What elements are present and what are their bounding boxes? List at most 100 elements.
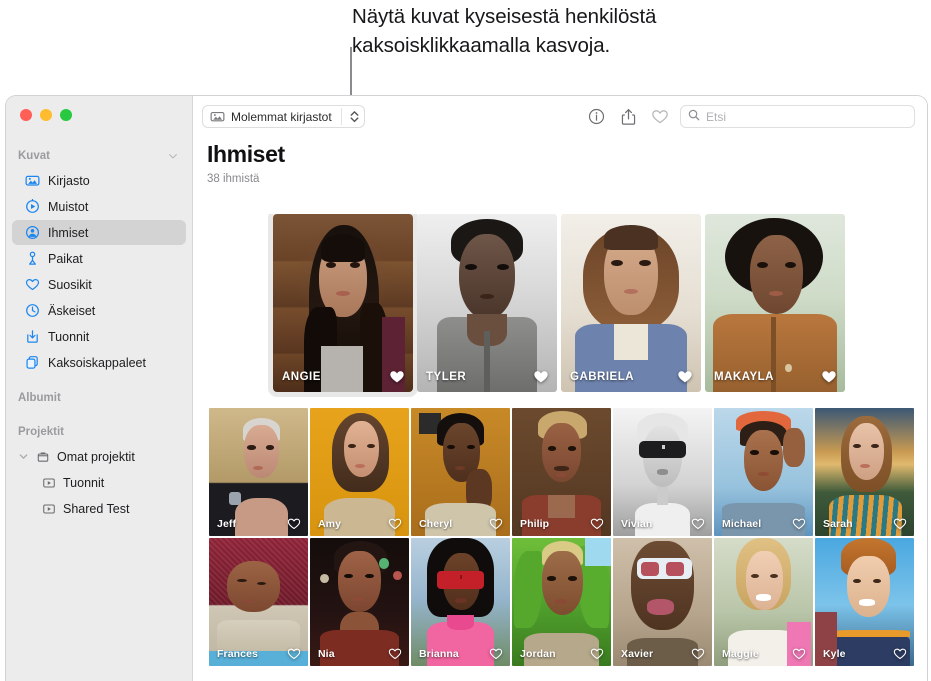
toolbar: Molemmat kirjastot — [193, 96, 927, 137]
sidebar-group-label: Projektit — [18, 426, 65, 438]
person-photo — [411, 538, 510, 666]
sidebar-item-kaksoiskappaleet[interactable]: Kaksoiskappaleet — [12, 350, 186, 375]
person-photo — [209, 408, 308, 536]
screenshot-root: Näytä kuvat kyseisestä henkilöstä kaksoi… — [0, 0, 931, 681]
person-tile[interactable]: Michael — [714, 408, 813, 536]
heart-icon — [25, 277, 40, 292]
person-photo — [561, 214, 701, 392]
sidebar-group-label: Kuvat — [18, 150, 50, 162]
person-tile[interactable]: Cheryl — [411, 408, 510, 536]
people-row: Frances Nia Brianna Jordan Xavier Maggie… — [193, 538, 927, 666]
sidebar-item-project-shared-test[interactable]: Shared Test — [12, 496, 186, 521]
search-icon — [688, 108, 700, 126]
sidebar-item-suosikit[interactable]: Suosikit — [12, 272, 186, 297]
info-button[interactable] — [584, 105, 608, 129]
page-title: Ihmiset — [207, 141, 285, 167]
sidebar-item-ihmiset[interactable]: Ihmiset — [12, 220, 186, 245]
sidebar-group-albumit[interactable]: Albumit — [6, 387, 192, 409]
person-photo — [512, 538, 611, 666]
person-photo — [613, 538, 712, 666]
person-photo — [613, 408, 712, 536]
person-tile[interactable]: Frances — [209, 538, 308, 666]
search-field[interactable] — [680, 105, 915, 128]
sidebar-item-label: Kirjasto — [48, 173, 90, 188]
person-tile[interactable]: Xavier — [613, 538, 712, 666]
person-tile[interactable]: Vivian — [613, 408, 712, 536]
people-row: Jeff Amy Cheryl Philip Vivian Michael Sa… — [193, 408, 927, 536]
person-tile[interactable]: Kyle — [815, 538, 914, 666]
memories-icon — [25, 199, 40, 214]
sidebar-group-label: Albumit — [18, 392, 61, 404]
window-traffic-lights — [6, 96, 192, 121]
person-photo — [417, 214, 557, 392]
person-tile[interactable]: Philip — [512, 408, 611, 536]
recents-icon — [25, 303, 40, 318]
sidebar-item-label: Omat projektit — [57, 449, 135, 464]
person-tile[interactable]: Jeff — [209, 408, 308, 536]
favorite-button[interactable] — [648, 105, 672, 129]
close-button[interactable] — [20, 109, 32, 121]
person-tile[interactable]: Sarah — [815, 408, 914, 536]
page-header: Ihmiset 38 ihmistä — [193, 137, 927, 185]
sidebar-scroll: Kuvat Kirjasto Muistot Ihmiset Paikat Su… — [6, 121, 192, 521]
people-count: 38 ihmistä — [207, 173, 260, 185]
sidebar-item-label: Suosikit — [48, 277, 92, 292]
photos-app-window: Kuvat Kirjasto Muistot Ihmiset Paikat Su… — [6, 96, 927, 681]
featured-row: ANGIE TYLER GABRIELA MAKAYLA — [193, 214, 927, 397]
search-input[interactable] — [706, 109, 907, 124]
people-icon — [25, 225, 40, 240]
person-photo — [714, 538, 813, 666]
library-icon — [25, 173, 40, 188]
callout-text: Näytä kuvat kyseisestä henkilöstä kaksoi… — [352, 5, 657, 57]
chevron-down-icon[interactable] — [18, 451, 29, 462]
sidebar-item-paikat[interactable]: Paikat — [12, 246, 186, 271]
person-tile[interactable]: MAKAYLA — [705, 214, 845, 392]
person-photo — [512, 408, 611, 536]
places-icon — [25, 251, 40, 266]
library-picker-label: Molemmat kirjastot — [231, 109, 332, 124]
duplicates-icon — [25, 355, 40, 370]
sidebar-item-kirjasto[interactable]: Kirjasto — [12, 168, 186, 193]
person-tile[interactable]: Nia — [310, 538, 409, 666]
person-tile[interactable]: ANGIE — [268, 214, 418, 397]
sidebar-item-label: Paikat — [48, 251, 83, 266]
divider — [340, 108, 342, 125]
person-photo — [310, 538, 409, 666]
sidebar-item-muistot[interactable]: Muistot — [12, 194, 186, 219]
people-grid: ANGIE TYLER GABRIELA MAKAYLA Jeff Amy Ch… — [193, 214, 927, 681]
sidebar-item-tuonnit[interactable]: Tuonnit — [12, 324, 186, 349]
sidebar-group-projektit[interactable]: Projektit — [6, 421, 192, 443]
sidebar-item-label: Äskeiset — [48, 303, 96, 318]
slideshow-icon — [42, 476, 56, 490]
slideshow-icon — [42, 502, 56, 516]
person-photo — [714, 408, 813, 536]
person-photo — [815, 408, 914, 536]
person-photo — [310, 408, 409, 536]
chevron-down-icon[interactable] — [168, 151, 178, 161]
maximize-button[interactable] — [60, 109, 72, 121]
person-photo — [705, 214, 845, 392]
share-button[interactable] — [616, 105, 640, 129]
library-picker-button[interactable]: Molemmat kirjastot — [202, 105, 365, 128]
person-photo — [209, 538, 308, 666]
chevron-up-down-icon[interactable] — [348, 109, 361, 124]
person-tile[interactable]: Maggie — [714, 538, 813, 666]
import-icon — [25, 329, 40, 344]
sidebar: Kuvat Kirjasto Muistot Ihmiset Paikat Su… — [6, 96, 193, 681]
sidebar-item-askeiset[interactable]: Äskeiset — [12, 298, 186, 323]
sidebar-item-label: Muistot — [48, 199, 89, 214]
library-icon — [210, 109, 225, 124]
sidebar-item-omat-projektit[interactable]: Omat projektit — [12, 444, 186, 469]
person-tile[interactable]: Jordan — [512, 538, 611, 666]
person-tile[interactable]: Amy — [310, 408, 409, 536]
person-tile[interactable]: GABRIELA — [561, 214, 701, 392]
sidebar-group-kuvat[interactable]: Kuvat — [6, 145, 192, 167]
minimize-button[interactable] — [40, 109, 52, 121]
sidebar-item-label: Tuonnit — [48, 329, 90, 344]
person-photo — [815, 538, 914, 666]
person-photo — [411, 408, 510, 536]
sidebar-item-project-tuonnit[interactable]: Tuonnit — [12, 470, 186, 495]
person-tile[interactable]: TYLER — [417, 214, 557, 392]
person-tile[interactable]: Brianna — [411, 538, 510, 666]
content-area: Molemmat kirjastot Etsi Ihmiset 38 ihmis… — [193, 96, 927, 681]
